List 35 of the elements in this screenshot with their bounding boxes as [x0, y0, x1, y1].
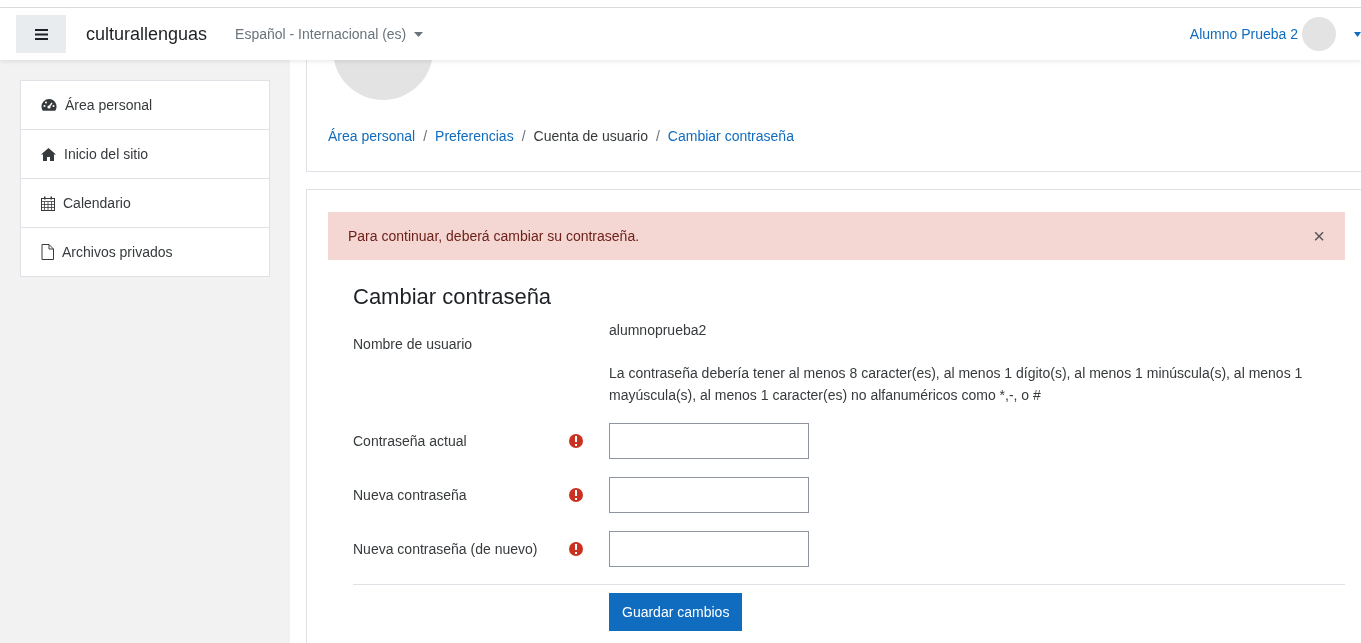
language-menu[interactable]: Español - Internacional (es) — [235, 26, 424, 42]
password-field[interactable] — [609, 423, 809, 459]
breadcrumb-link[interactable]: Preferencias — [435, 128, 514, 144]
sidebar-item[interactable]: Calendario — [21, 179, 269, 228]
field-label: Nombre de usuario — [353, 336, 474, 352]
password-policy: La contraseña debería tener al menos 8 caracter(es), al menos 1 dígito(s), al menos 1 minúscula(s), al menos 1 mayúscula(s), al menos 1 caracter(es) no alfanuméricos como *,-, o # — [609, 364, 1304, 405]
close-button[interactable]: × — [1313, 224, 1325, 248]
breadcrumb-current: Cuenta de usuario — [533, 128, 648, 144]
password-field[interactable] — [609, 477, 809, 513]
password-field[interactable] — [609, 531, 809, 567]
breadcrumb-separator: / — [423, 128, 428, 144]
save-button[interactable]: Guardar cambios — [609, 593, 743, 631]
field-label: Nueva contraseña (de nuevo) — [353, 541, 539, 557]
caret-icon — [414, 31, 424, 37]
sidebar-item[interactable]: Área personal — [21, 81, 269, 130]
sidebar-item[interactable]: Archivos privados — [21, 228, 269, 276]
alert-message: Para continuar, deberá cambiar su contraseña. — [348, 228, 640, 244]
menu-button[interactable] — [16, 15, 66, 53]
home-icon — [41, 147, 56, 161]
dashboard-icon — [41, 98, 57, 112]
username-value: alumnoprueba2 — [609, 322, 708, 338]
form-title: Cambiar contraseña — [353, 284, 553, 310]
calendar-icon — [41, 195, 55, 211]
field-label: Nueva contraseña — [353, 487, 468, 503]
field-label: Contraseña actual — [353, 433, 468, 449]
menu-icon — [34, 28, 48, 40]
sidebar-item[interactable]: Inicio del sitio — [21, 130, 269, 179]
caret-icon[interactable] — [1354, 31, 1361, 37]
breadcrumb-separator: / — [521, 128, 526, 144]
breadcrumb-link[interactable]: Área personal — [328, 128, 416, 144]
breadcrumb-separator: / — [655, 128, 660, 144]
user-menu[interactable]: Alumno Prueba 2 — [1189, 26, 1298, 42]
site-name[interactable]: culturallenguas — [86, 23, 208, 45]
breadcrumb-link[interactable]: Cambiar contraseña — [667, 128, 794, 144]
file-icon — [41, 244, 54, 260]
